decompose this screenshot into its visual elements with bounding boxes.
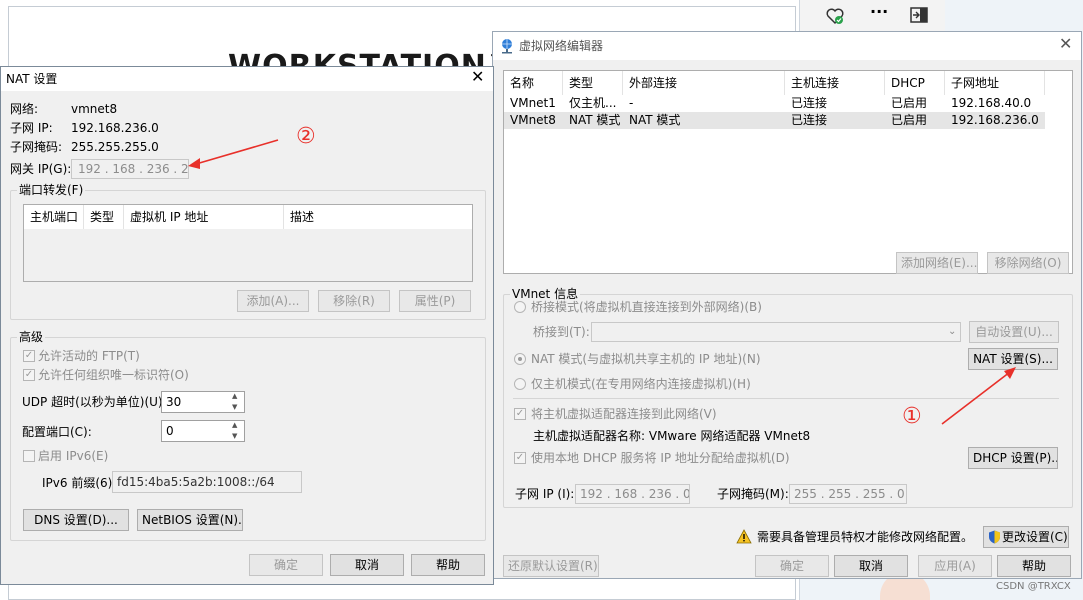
annotation-arrow-one [941, 371, 1011, 425]
annotation-label-one: ① [902, 404, 922, 429]
watermark: CSDN @TRXCX [996, 581, 1071, 592]
annotation-arrow-two [195, 139, 279, 165]
annotation-arrows [188, 139, 1016, 425]
annotation-label-two: ② [296, 124, 316, 149]
